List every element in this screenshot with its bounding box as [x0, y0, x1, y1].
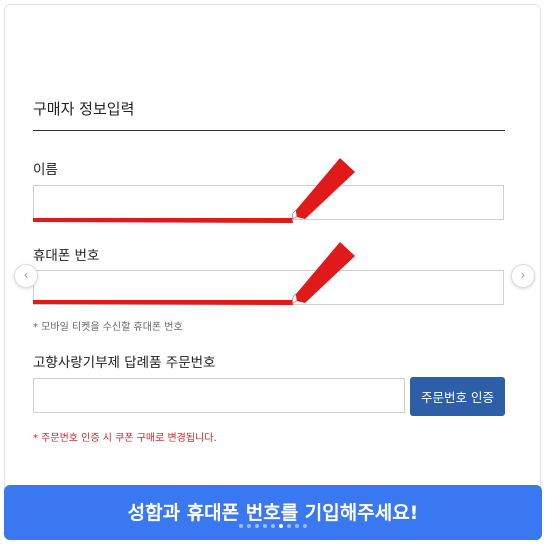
name-input[interactable] — [33, 185, 504, 220]
phone-hint: * 모바일 티켓을 수신할 휴대폰 번호 — [33, 322, 183, 333]
instruction-banner: 성함과 휴대폰 번호를 기입해주세요! — [4, 485, 542, 540]
chevron-right-icon[interactable]: › — [511, 264, 535, 288]
order-number-label: 고향사랑기부제 답례품 주문번호 — [33, 355, 216, 371]
name-label: 이름 — [33, 162, 58, 178]
pagination-dot[interactable] — [279, 524, 283, 528]
pagination-dot[interactable] — [271, 524, 275, 528]
pagination-dot[interactable] — [255, 524, 259, 528]
section-divider — [33, 130, 505, 131]
pagination-dot[interactable] — [247, 524, 251, 528]
pagination-dot[interactable] — [295, 524, 299, 528]
phone-label: 휴대폰 번호 — [33, 248, 100, 264]
section-title: 구매자 정보입력 — [33, 100, 135, 118]
pagination-dot[interactable] — [263, 524, 267, 528]
chevron-left-icon[interactable]: ‹ — [14, 264, 38, 288]
pagination-dot[interactable] — [303, 524, 307, 528]
order-warning: * 주문번호 인증 시 쿠폰 구매로 변경됩니다. — [33, 433, 217, 444]
carousel-pagination[interactable] — [0, 524, 546, 528]
verify-order-button[interactable]: 주문번호 인증 — [410, 377, 505, 416]
pagination-dot[interactable] — [287, 524, 291, 528]
phone-input[interactable] — [33, 270, 504, 305]
pagination-dot[interactable] — [239, 524, 243, 528]
order-number-input[interactable] — [33, 378, 405, 413]
